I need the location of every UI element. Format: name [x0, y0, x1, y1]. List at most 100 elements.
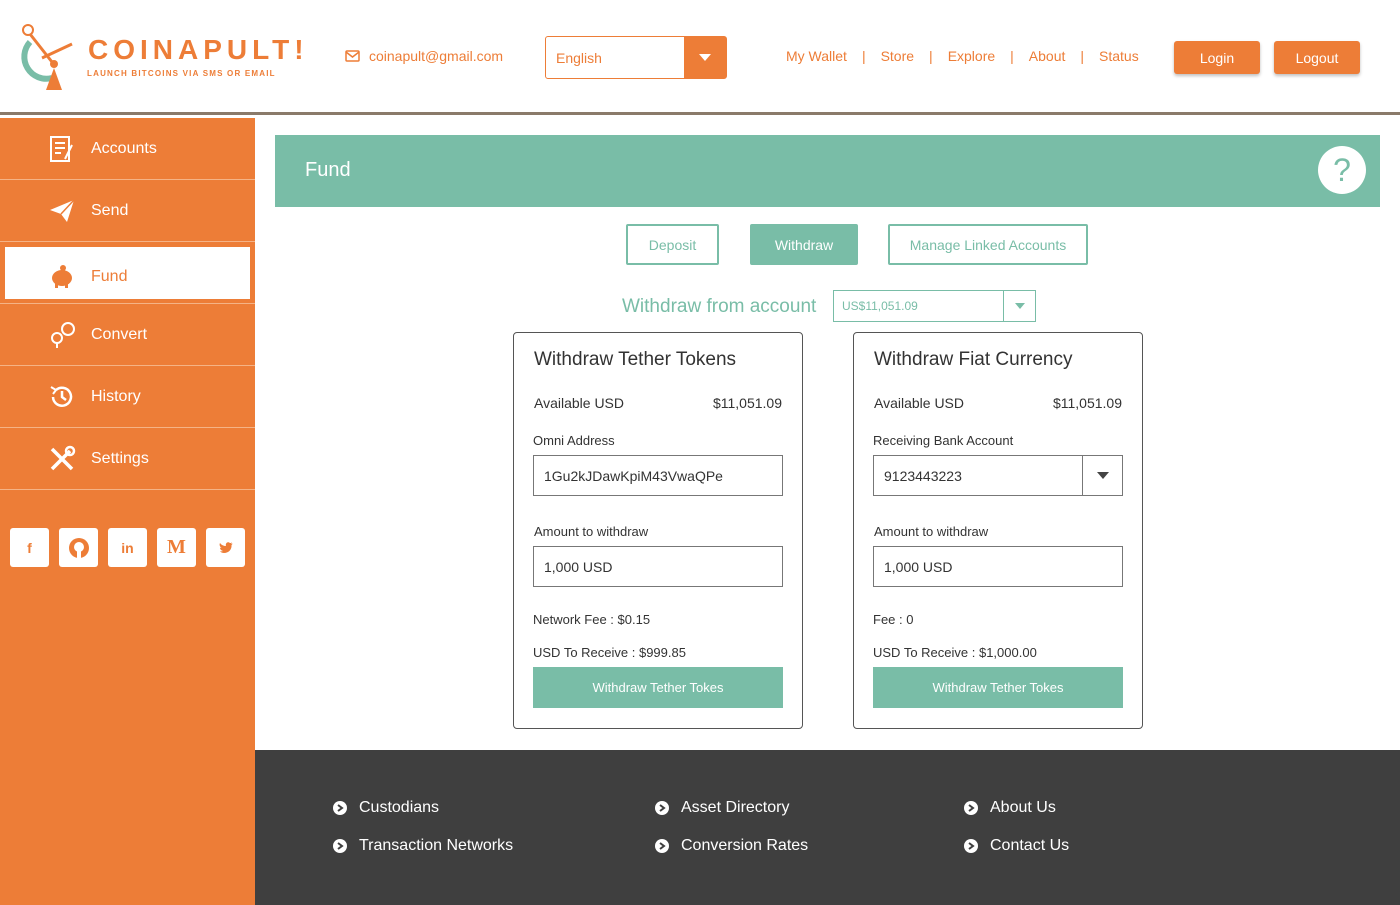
withdraw-tether-card: Withdraw Tether Tokens Available USD $11… [513, 332, 803, 729]
bank-account-dropdown-button[interactable] [1082, 456, 1122, 495]
withdraw-from-select[interactable]: US$11,051.09 [833, 290, 1036, 322]
page-title: Fund [305, 159, 351, 181]
footer-link-label: Transaction Networks [359, 837, 514, 854]
available-value: $11,051.09 [1052, 395, 1122, 411]
sidebar-item-history[interactable]: History [0, 366, 255, 428]
email-text: coinapult@gmail.com [369, 48, 504, 64]
header: COINAPULT! LAUNCH BITCOINS VIA SMS OR EM… [0, 0, 1400, 115]
footer-link-asset-directory[interactable]: Asset Directory [655, 799, 789, 817]
history-icon [50, 385, 73, 407]
nav-my-wallet[interactable]: My Wallet [786, 48, 847, 64]
sidebar-item-label: History [91, 387, 141, 405]
github-icon[interactable] [59, 528, 98, 567]
fee-text: Fee : 0 [873, 612, 914, 627]
footer-link-conversion-rates[interactable]: Conversion Rates [655, 837, 808, 855]
amount-input[interactable]: 1,000 USD [533, 546, 783, 587]
chevron-circle-right-icon [655, 801, 669, 815]
tab-manage-linked-accounts[interactable]: Manage Linked Accounts [888, 224, 1088, 265]
nav-explore[interactable]: Explore [948, 48, 995, 64]
nav-about[interactable]: About [1029, 48, 1066, 64]
medium-icon[interactable]: M [157, 528, 196, 567]
footer: Custodians Transaction Networks Asset Di… [255, 750, 1400, 905]
tab-deposit[interactable]: Deposit [626, 224, 719, 265]
nav-status[interactable]: Status [1099, 48, 1139, 64]
withdraw-fiat-button[interactable]: Withdraw Tether Tokes [873, 667, 1123, 708]
sidebar: Accounts Send Fund Convert History Setti… [0, 118, 255, 905]
sidebar-item-label: Accounts [91, 139, 157, 157]
omni-address-label: Omni Address [533, 433, 615, 448]
chevron-circle-right-icon [333, 801, 347, 815]
nav-separator: | [1010, 48, 1014, 64]
nav-separator: | [861, 48, 866, 64]
nav-separator: | [929, 48, 933, 64]
sidebar-item-fund[interactable]: Fund [0, 242, 255, 304]
chevron-circle-right-icon [964, 839, 978, 853]
bank-account-select[interactable]: 9123443223 [873, 455, 1123, 496]
sidebar-item-label: Settings [91, 449, 149, 467]
catapult-logo-icon [21, 24, 73, 90]
help-button[interactable]: ? [1318, 146, 1366, 194]
bank-account-value: 9123443223 [884, 468, 962, 484]
login-button[interactable]: Login [1174, 41, 1260, 74]
footer-link-label: Conversion Rates [681, 837, 809, 854]
contact-email[interactable]: coinapult@gmail.com [345, 48, 503, 64]
github-mark [68, 537, 89, 558]
footer-link-transaction-networks[interactable]: Transaction Networks [333, 837, 513, 855]
network-fee-text: Network Fee : $0.15 [533, 612, 651, 627]
amount-input[interactable]: 1,000 USD [873, 546, 1123, 587]
coinapult-logo[interactable]: COINAPULT! LAUNCH BITCOINS VIA SMS OR EM… [20, 22, 304, 94]
withdraw-fiat-card: Withdraw Fiat Currency Available USD $11… [853, 332, 1143, 729]
logout-button[interactable]: Logout [1274, 41, 1360, 74]
bank-account-label: Receiving Bank Account [873, 433, 1014, 448]
paper-plane-icon [50, 198, 75, 222]
available-label: Available USD [874, 395, 965, 411]
usd-to-receive-text: USD To Receive : $999.85 [533, 645, 686, 660]
tools-icon [50, 445, 76, 470]
sidebar-item-accounts[interactable]: Accounts [0, 118, 255, 180]
footer-link-about-us[interactable]: About Us [964, 799, 1056, 817]
twitter-bird [219, 541, 233, 553]
sidebar-item-send[interactable]: Send [0, 180, 255, 242]
twitter-icon[interactable] [206, 528, 245, 567]
sidebar-item-settings[interactable]: Settings [0, 428, 255, 490]
facebook-icon[interactable]: f [10, 528, 49, 567]
logo-title: COINAPULT! [88, 34, 309, 65]
social-links: f in M [10, 528, 245, 567]
logo-subtitle: LAUNCH BITCOINS VIA SMS OR EMAIL [87, 69, 276, 78]
tab-withdraw[interactable]: Withdraw [750, 224, 858, 265]
card-title: Withdraw Fiat Currency [874, 349, 1073, 370]
active-indicator [5, 247, 250, 299]
omni-address-input[interactable]: 1Gu2kJDawKpiM43VwaQPe [533, 455, 783, 496]
usd-to-receive-text: USD To Receive : $1,000.00 [873, 645, 1037, 660]
caret-down-icon [1014, 303, 1025, 309]
language-dropdown-button[interactable] [684, 37, 726, 78]
amount-label: Amount to withdraw [874, 524, 989, 539]
card-title: Withdraw Tether Tokens [534, 349, 737, 370]
available-label: Available USD [534, 395, 625, 411]
envelope-icon [345, 50, 360, 62]
accounts-icon [50, 135, 73, 162]
nav-separator: | [1080, 48, 1085, 64]
footer-link-custodians[interactable]: Custodians [333, 799, 439, 817]
sidebar-item-label: Convert [91, 325, 148, 343]
linkedin-icon[interactable]: in [108, 528, 147, 567]
top-nav: My Wallet | Store | Explore | About | St… [786, 48, 1139, 64]
caret-down-icon [1096, 472, 1109, 479]
withdraw-from-dropdown-button[interactable] [1003, 291, 1035, 321]
chevron-circle-right-icon [655, 839, 669, 853]
nav-store[interactable]: Store [881, 48, 914, 64]
chevron-circle-right-icon [333, 839, 347, 853]
footer-link-label: Asset Directory [681, 799, 790, 816]
sidebar-item-label: Fund [91, 268, 128, 285]
amount-label: Amount to withdraw [534, 524, 649, 539]
withdraw-from-label: Withdraw from account [622, 296, 817, 317]
fund-header: Fund ? [275, 135, 1380, 207]
footer-link-contact-us[interactable]: Contact Us [964, 837, 1069, 855]
withdraw-tether-button[interactable]: Withdraw Tether Tokes [533, 667, 783, 708]
caret-down-icon [699, 54, 711, 61]
language-select[interactable]: English [545, 36, 727, 79]
language-value: English [556, 50, 602, 66]
sidebar-item-convert[interactable]: Convert [0, 304, 255, 366]
piggy-bank-icon [52, 265, 72, 288]
chevron-circle-right-icon [964, 801, 978, 815]
